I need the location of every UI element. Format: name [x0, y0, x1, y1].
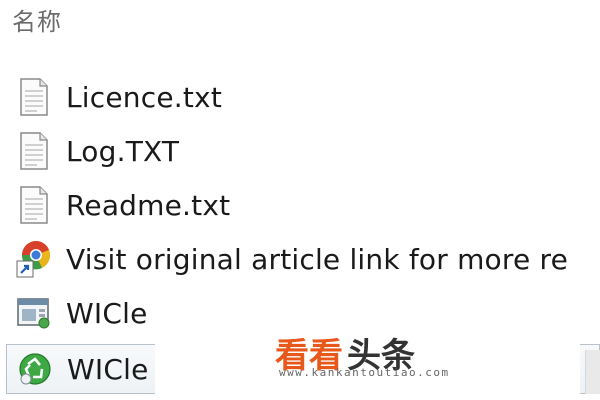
file-name: WICle [67, 352, 149, 386]
file-name: Visit original article link for more re [66, 242, 569, 276]
file-explorer-view: 名称 Licence.txt Log.TXT Readme.txt Visit … [0, 0, 600, 400]
file-name: Licence.txt [66, 80, 222, 114]
file-name: WICle [66, 296, 148, 330]
application-window-icon [16, 292, 52, 334]
name-column-header[interactable]: 名称 [12, 2, 62, 37]
file-row-log[interactable]: Log.TXT [6, 126, 600, 176]
vertical-scrollbar[interactable] [585, 350, 600, 394]
file-row-licence[interactable]: Licence.txt [6, 72, 600, 122]
browser-shortcut-icon [16, 238, 52, 280]
file-row-readme[interactable]: Readme.txt [6, 180, 600, 230]
file-row-visit-link[interactable]: Visit original article link for more re [6, 234, 600, 284]
text-document-icon [16, 130, 52, 172]
watermark-url: www.kankantoutiao.com [279, 366, 450, 379]
recycle-app-icon [17, 348, 53, 390]
text-document-icon [16, 76, 52, 118]
file-name: Log.TXT [66, 134, 180, 168]
watermark-overlay: 看看 头条 www.kankantoutiao.com [155, 308, 580, 400]
file-name: Readme.txt [66, 188, 231, 222]
text-document-icon [16, 184, 52, 226]
